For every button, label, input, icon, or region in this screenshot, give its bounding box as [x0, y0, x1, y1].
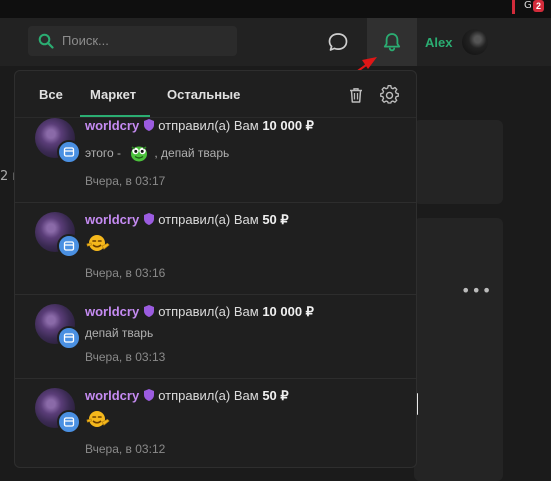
- message-text-suffix: , депай тварь: [154, 146, 230, 160]
- notification-action: отправил(а) Вам: [158, 118, 259, 133]
- shield-icon: [144, 389, 155, 401]
- notification-action: отправил(а) Вам: [158, 304, 259, 319]
- transfer-badge-icon: [57, 234, 81, 258]
- notification-time: Вчера, в 03:13: [85, 350, 166, 364]
- transfer-badge-icon: [57, 410, 81, 434]
- notification-amount: 10 000 ₽: [262, 118, 314, 133]
- notification-message: этого - , депай тварь: [85, 141, 229, 163]
- gear-icon[interactable]: [380, 85, 400, 105]
- sender-username[interactable]: worldcry: [85, 212, 139, 227]
- shield-icon: [144, 119, 155, 131]
- notification-amount: 50 ₽: [262, 388, 289, 403]
- notification-tabs: Все Маркет Остальные: [15, 71, 416, 118]
- notification-title: worldcry отправил(а) Вам 50 ₽: [85, 388, 289, 404]
- notification-time: Вчера, в 03:16: [85, 266, 166, 280]
- message-text: этого -: [85, 146, 125, 160]
- smiley-thumbs-up-emoji-icon: [86, 235, 110, 251]
- shield-icon: [144, 213, 155, 225]
- sender-username[interactable]: worldcry: [85, 304, 139, 319]
- notification-title: worldcry отправил(а) Вам 50 ₽: [85, 212, 289, 228]
- sender-username[interactable]: worldcry: [85, 118, 139, 133]
- transfer-badge-icon: [57, 326, 81, 350]
- notification-title: worldcry отправил(а) Вам 10 000 ₽: [85, 118, 314, 134]
- notification-message: [85, 408, 111, 433]
- sender-username[interactable]: worldcry: [85, 388, 139, 403]
- notification-action: отправил(а) Вам: [158, 388, 259, 403]
- shield-icon: [144, 305, 155, 317]
- notification-amount: 50 ₽: [262, 212, 289, 227]
- tab-all[interactable]: Все: [39, 87, 63, 102]
- notification-title: worldcry отправил(а) Вам 10 000 ₽: [85, 304, 314, 320]
- notifications-dropdown: Все Маркет Остальные worldcry отправил(а)…: [14, 70, 417, 468]
- notification-message: депай тварь: [85, 326, 154, 340]
- list-item[interactable]: worldcry отправил(а) Вам 50 ₽ Вчера, в 03…: [15, 379, 416, 467]
- notification-action: отправил(а) Вам: [158, 212, 259, 227]
- green-creature-emoji-icon: [131, 146, 148, 162]
- tab-market[interactable]: Маркет: [90, 87, 136, 102]
- list-item[interactable]: worldcry отправил(а) Вам 10 000 ₽ этого -…: [15, 117, 416, 203]
- list-item[interactable]: worldcry отправил(а) Вам 50 ₽ Вчера, в 03…: [15, 203, 416, 295]
- notification-message: [85, 232, 111, 257]
- notification-time: Вчера, в 03:17: [85, 174, 166, 188]
- smiley-thumbs-up-emoji-icon: [86, 411, 110, 427]
- notification-time: Вчера, в 03:12: [85, 442, 166, 456]
- trash-icon[interactable]: [347, 86, 365, 104]
- tab-other[interactable]: Остальные: [167, 87, 240, 102]
- notification-amount: 10 000 ₽: [262, 304, 314, 319]
- transfer-badge-icon: [57, 140, 81, 164]
- list-item[interactable]: worldcry отправил(а) Вам 10 000 ₽ депай т…: [15, 295, 416, 379]
